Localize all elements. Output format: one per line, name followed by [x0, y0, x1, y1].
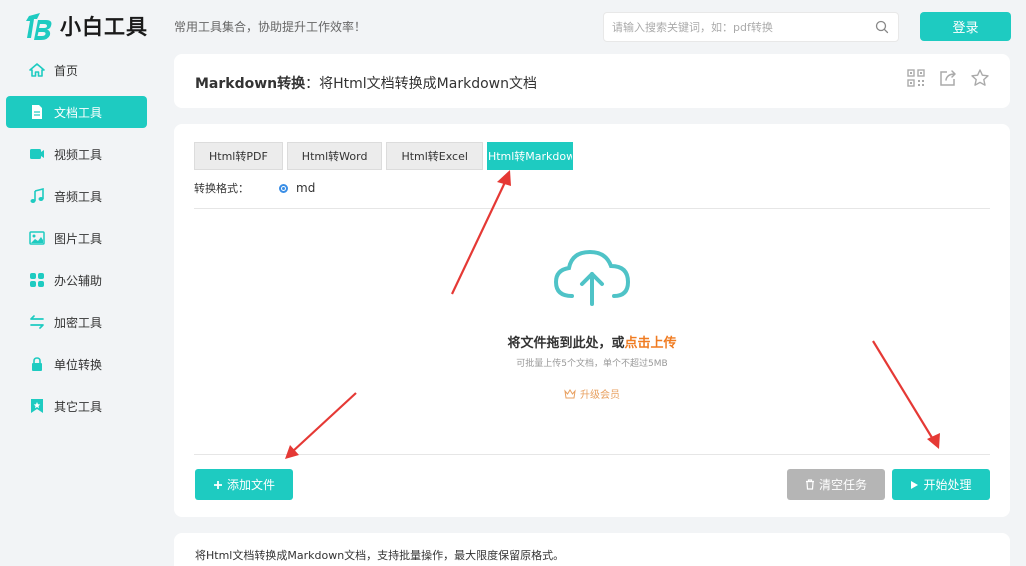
title-card: Markdown转换：将Html文档转换成Markdown文档 — [174, 54, 1010, 108]
sidebar-item-label: 视频工具 — [54, 148, 103, 162]
sidebar-item-office-assist[interactable]: 办公辅助 — [6, 264, 147, 296]
clear-tasks-label: 清空任务 — [818, 478, 867, 492]
sidebar-item-home[interactable]: 首页 — [6, 54, 147, 86]
trash-icon — [805, 479, 814, 490]
home-icon — [29, 63, 45, 77]
play-icon — [911, 480, 919, 489]
header: 小白工具 常用工具集合，协助提升工作效率！ 登录 — [0, 0, 1026, 54]
drop-instruction: 将文件拖到此处，或点击上传 — [194, 332, 990, 351]
tab-html-to-word[interactable]: Html转Word — [286, 142, 383, 170]
sidebar-item-label: 文档工具 — [54, 106, 103, 120]
tab-html-to-excel[interactable]: Html转Excel — [386, 142, 483, 170]
divider — [194, 454, 990, 455]
search-icon[interactable] — [875, 20, 889, 34]
sidebar-item-label: 音频工具 — [54, 190, 103, 204]
format-option-label[interactable]: md — [296, 181, 315, 195]
clear-tasks-button[interactable]: 清空任务 — [787, 469, 885, 500]
logo[interactable]: 小白工具 — [26, 10, 148, 42]
search-input[interactable] — [612, 19, 862, 35]
sidebar-item-document-tools[interactable]: 文档工具 — [6, 96, 147, 128]
sidebar-item-label: 加密工具 — [54, 316, 103, 330]
image-icon — [29, 231, 45, 245]
tool-name: Markdown转换 — [195, 76, 306, 92]
apps-icon — [30, 273, 44, 287]
sidebar-item-unit-conversion[interactable]: 单位转换 — [6, 348, 147, 380]
format-row: 转换格式： md — [194, 180, 315, 196]
sidebar-item-encryption-tools[interactable]: 加密工具 — [6, 306, 147, 338]
swap-icon — [30, 315, 44, 329]
tab-html-to-pdf[interactable]: Html转PDF — [194, 142, 283, 170]
page-title: Markdown转换：将Html文档转换成Markdown文档 — [195, 73, 537, 93]
upgrade-member-link[interactable]: 升级会员 — [194, 386, 990, 401]
sidebar-item-label: 首页 — [54, 64, 79, 78]
sidebar-item-image-tools[interactable]: 图片工具 — [6, 222, 147, 254]
video-icon — [30, 149, 44, 159]
title-actions — [906, 68, 990, 88]
music-icon — [30, 188, 44, 203]
converter-panel: Html转PDF Html转Word Html转Excel Html转Markd… — [174, 124, 1010, 517]
bookmark-icon — [31, 399, 43, 413]
format-radio-md[interactable] — [279, 183, 288, 193]
sidebar-item-label: 单位转换 — [54, 358, 103, 372]
tool-description: ：将Html文档转换成Markdown文档 — [305, 76, 537, 92]
star-icon[interactable] — [970, 68, 990, 88]
format-tabs: Html转PDF Html转Word Html转Excel Html转Markd… — [194, 142, 573, 170]
sidebar-item-label: 其它工具 — [54, 400, 103, 414]
search-box[interactable] — [603, 12, 899, 42]
sidebar-item-audio-tools[interactable]: 音频工具 — [6, 180, 147, 212]
login-button[interactable]: 登录 — [920, 12, 1011, 41]
upload-limit-note: 可批量上传5个文档，单个不超过5MB — [516, 359, 668, 369]
add-file-label: 添加文件 — [226, 478, 275, 492]
tab-html-to-markdown[interactable]: Html转Markdown — [486, 142, 573, 170]
logo-text: 小白工具 — [60, 15, 148, 39]
add-file-button[interactable]: 添加文件 — [195, 469, 293, 500]
file-drop-zone[interactable]: 将文件拖到此处，或点击上传 可批量上传5个文档，单个不超过5MB 升级会员 — [194, 208, 990, 454]
sidebar-item-label: 图片工具 — [54, 232, 103, 246]
start-processing-button[interactable]: 开始处理 — [892, 469, 990, 500]
drop-text: 将文件拖到此处，或 — [507, 336, 625, 351]
sidebar-item-label: 办公辅助 — [54, 274, 103, 288]
format-label: 转换格式： — [194, 182, 249, 195]
crown-icon — [564, 388, 576, 398]
lock-icon — [32, 357, 42, 371]
plus-icon — [213, 480, 222, 489]
document-icon — [32, 105, 42, 119]
qrcode-icon[interactable] — [906, 68, 926, 88]
tagline: 常用工具集合，协助提升工作效率！ — [174, 20, 367, 34]
click-upload-link[interactable]: 点击上传 — [625, 336, 677, 351]
sidebar-item-video-tools[interactable]: 视频工具 — [6, 138, 147, 170]
description-card: 将Html文档转换成Markdown文档，支持批量操作，最大限度保留原格式。 — [174, 533, 1010, 566]
sidebar-item-other-tools[interactable]: 其它工具 — [6, 390, 147, 422]
logo-icon — [26, 13, 52, 40]
share-icon[interactable] — [938, 68, 958, 88]
upgrade-label: 升级会员 — [580, 390, 620, 401]
start-processing-label: 开始处理 — [923, 478, 972, 492]
tool-summary: 将Html文档转换成Markdown文档，支持批量操作，最大限度保留原格式。 — [195, 549, 565, 562]
sidebar: 首页 文档工具 视频工具 音频工具 图片工具 办公辅助 加密工具 单位转换 其它… — [6, 54, 147, 432]
cloud-upload-icon — [553, 249, 631, 306]
